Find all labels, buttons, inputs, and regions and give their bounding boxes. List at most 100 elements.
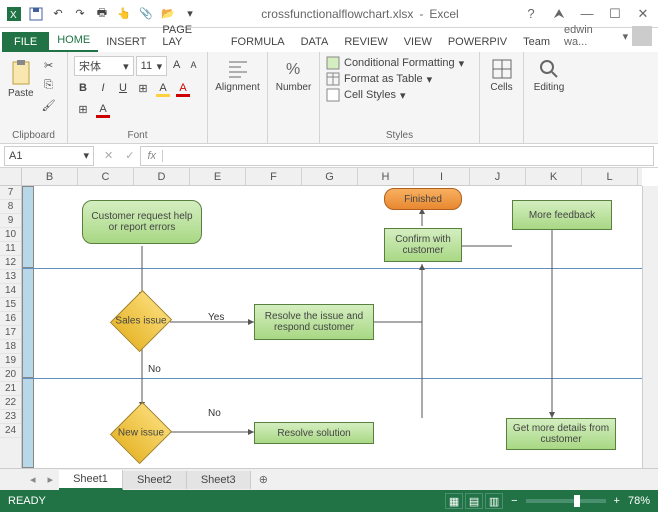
shape-get-details[interactable]: Get more details from customer bbox=[506, 418, 616, 450]
tab-team[interactable]: Team bbox=[515, 32, 558, 52]
tab-view[interactable]: VIEW bbox=[396, 32, 440, 52]
fill-color-button[interactable]: A bbox=[154, 79, 172, 97]
cells-button[interactable]: Cells bbox=[486, 56, 517, 95]
sheet-tab-1[interactable]: Sheet1 bbox=[59, 470, 123, 490]
paste-button[interactable]: Paste bbox=[6, 56, 36, 114]
col-header[interactable]: L bbox=[582, 168, 638, 185]
row-header[interactable]: 24 bbox=[0, 424, 21, 438]
shape-resolve-issue[interactable]: Resolve the issue and respond customer bbox=[254, 304, 374, 340]
page-break-view-icon[interactable]: ▥ bbox=[485, 493, 503, 509]
row-header[interactable]: 9 bbox=[0, 214, 21, 228]
row-header[interactable]: 15 bbox=[0, 298, 21, 312]
account-area[interactable]: edwin wa... ▾ bbox=[558, 20, 658, 52]
page-layout-view-icon[interactable]: ▤ bbox=[465, 493, 483, 509]
conditional-formatting-button[interactable]: Conditional Formatting▾ bbox=[326, 56, 473, 70]
redo-icon[interactable]: ↷ bbox=[70, 4, 90, 24]
decrease-font-icon[interactable]: A bbox=[186, 56, 201, 74]
tab-data[interactable]: DATA bbox=[293, 32, 337, 52]
tab-home[interactable]: HOME bbox=[49, 30, 98, 52]
name-box[interactable]: A1▾ bbox=[4, 146, 94, 166]
row-header[interactable]: 14 bbox=[0, 284, 21, 298]
shape-resolve-solution[interactable]: Resolve solution bbox=[254, 422, 374, 444]
tab-file[interactable]: FILE bbox=[2, 32, 49, 52]
add-sheet-button[interactable]: ⊕ bbox=[251, 470, 276, 489]
grid-canvas[interactable]: Customer request help or report errors F… bbox=[22, 186, 642, 468]
phonetic-button2[interactable]: A bbox=[94, 100, 112, 118]
sheet-nav-prev-icon[interactable]: ◂ bbox=[24, 473, 42, 486]
shape-confirm[interactable]: Confirm with customer bbox=[384, 228, 462, 262]
zoom-level[interactable]: 78% bbox=[628, 495, 650, 507]
fx-accept-icon[interactable]: ✓ bbox=[119, 149, 140, 162]
copy-icon[interactable]: ⎘ bbox=[40, 76, 58, 94]
underline-button[interactable]: U bbox=[114, 79, 132, 97]
cell-styles-button[interactable]: Cell Styles▾ bbox=[326, 88, 473, 102]
col-header[interactable]: B bbox=[22, 168, 78, 185]
tab-pagelayout[interactable]: PAGE LAY bbox=[154, 20, 222, 52]
phonetic-button[interactable]: ⊞ bbox=[74, 100, 92, 118]
row-header[interactable]: 13 bbox=[0, 270, 21, 284]
number-button[interactable]: % Number bbox=[274, 56, 313, 95]
normal-view-icon[interactable]: ▦ bbox=[445, 493, 463, 509]
zoom-out-icon[interactable]: − bbox=[511, 495, 517, 507]
tab-insert[interactable]: INSERT bbox=[98, 32, 154, 52]
increase-font-icon[interactable]: A bbox=[169, 56, 184, 74]
row-header[interactable]: 21 bbox=[0, 382, 21, 396]
row-header[interactable]: 20 bbox=[0, 368, 21, 382]
cut-icon[interactable]: ✂ bbox=[40, 56, 58, 74]
col-header[interactable]: D bbox=[134, 168, 190, 185]
col-header[interactable]: F bbox=[246, 168, 302, 185]
row-header[interactable]: 16 bbox=[0, 312, 21, 326]
font-size-select[interactable]: 11▾ bbox=[136, 56, 168, 76]
col-header[interactable]: J bbox=[470, 168, 526, 185]
undo-icon[interactable]: ↶ bbox=[48, 4, 68, 24]
row-header[interactable]: 23 bbox=[0, 410, 21, 424]
row-header[interactable]: 18 bbox=[0, 340, 21, 354]
col-header[interactable]: I bbox=[414, 168, 470, 185]
row-header[interactable]: 22 bbox=[0, 396, 21, 410]
sheet-tab-2[interactable]: Sheet2 bbox=[123, 471, 187, 489]
font-name-select[interactable]: 宋体▾ bbox=[74, 56, 134, 76]
select-all-corner[interactable] bbox=[0, 168, 22, 186]
row-header[interactable]: 8 bbox=[0, 200, 21, 214]
shape-more-feedback[interactable]: More feedback bbox=[512, 200, 612, 230]
sheet-nav-next-icon[interactable]: ▸ bbox=[42, 473, 60, 486]
fx-cancel-icon[interactable]: ✕ bbox=[98, 149, 119, 162]
row-header[interactable]: 12 bbox=[0, 256, 21, 270]
attach-icon[interactable]: 📎 bbox=[136, 4, 156, 24]
row-header[interactable]: 10 bbox=[0, 228, 21, 242]
vertical-scrollbar[interactable] bbox=[642, 186, 658, 468]
formula-bar[interactable]: fx bbox=[140, 146, 654, 166]
col-header[interactable]: E bbox=[190, 168, 246, 185]
help-icon[interactable]: ? bbox=[520, 4, 542, 24]
zoom-thumb[interactable] bbox=[574, 495, 580, 507]
font-color-button[interactable]: A bbox=[174, 79, 192, 97]
print-icon[interactable]: 🖶 bbox=[92, 4, 112, 24]
tab-review[interactable]: REVIEW bbox=[336, 32, 395, 52]
row-header[interactable]: 11 bbox=[0, 242, 21, 256]
bold-button[interactable]: B bbox=[74, 79, 92, 97]
row-header[interactable]: 19 bbox=[0, 354, 21, 368]
sheet-tab-3[interactable]: Sheet3 bbox=[187, 471, 251, 489]
shape-new-issue[interactable]: New issue bbox=[116, 408, 166, 458]
shape-sales-issue[interactable]: Sales issue bbox=[116, 296, 166, 346]
excel-icon[interactable]: X bbox=[4, 4, 24, 24]
format-as-table-button[interactable]: Format as Table▾ bbox=[326, 72, 473, 86]
shape-finished[interactable]: Finished bbox=[384, 188, 462, 210]
editing-button[interactable]: Editing bbox=[530, 56, 568, 95]
format-painter-icon[interactable]: 🖌 bbox=[40, 96, 58, 114]
zoom-slider[interactable] bbox=[526, 499, 606, 503]
alignment-button[interactable]: Alignment bbox=[214, 56, 261, 95]
shape-customer-request[interactable]: Customer request help or report errors bbox=[82, 200, 202, 244]
tab-powerpiv[interactable]: POWERPIV bbox=[440, 32, 515, 52]
col-header[interactable]: C bbox=[78, 168, 134, 185]
save-icon[interactable] bbox=[26, 4, 46, 24]
border-button[interactable]: ⊞ bbox=[134, 79, 152, 97]
col-header[interactable]: G bbox=[302, 168, 358, 185]
row-header[interactable]: 7 bbox=[0, 186, 21, 200]
col-header[interactable]: H bbox=[358, 168, 414, 185]
touch-icon[interactable]: 👆 bbox=[114, 4, 134, 24]
tab-formula[interactable]: FORMULA bbox=[223, 32, 293, 52]
italic-button[interactable]: I bbox=[94, 79, 112, 97]
zoom-in-icon[interactable]: + bbox=[614, 495, 620, 507]
col-header[interactable]: K bbox=[526, 168, 582, 185]
